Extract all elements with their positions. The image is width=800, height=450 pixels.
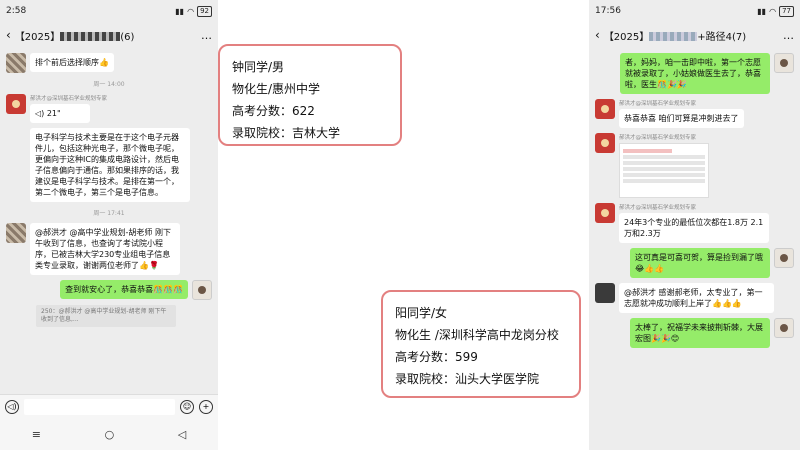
status-icons: ▮▮ ◠ 77 [757,5,794,17]
avatar[interactable] [192,280,212,300]
right-phone-chat: 17:56 ▮▮ ◠ 77 ‹ 【2025】 +路径4(7) … 者，妈妈，咱一击… [589,0,800,450]
sender-name: 郝洪才@深圳基石学业规划专家 [30,96,108,102]
chat-body: 者，妈妈，咱一击即中啦，第一个志愿就被录取了，小姑娘做医生去了，恭喜啦，医生🎊🎉… [589,53,800,348]
student-subjects: 物化生 /深圳科学高中龙岗分校 [395,328,559,342]
avatar[interactable] [595,99,615,119]
avatar[interactable] [595,283,615,303]
chat-header: ‹ 【2025】 +路径4(7) … [589,22,800,48]
input-bar: ◁) ☺ + [0,394,218,418]
message-row: 查到就安心了，恭喜恭喜🎊🎊🎊 [6,280,212,300]
more-icon[interactable]: … [201,29,212,42]
message-row: 这可真是可喜可贺，算是捡到漏了哦😂👍👍 [595,248,794,278]
avatar[interactable] [6,94,26,114]
message-bubble[interactable]: 这可真是可喜可贺，算是捡到漏了哦😂👍👍 [630,248,770,278]
message-bubble[interactable]: 排个前后选择顺序👍 [30,53,114,72]
message-bubble[interactable]: 24年3个专业的最低位次都在1.8万 2.1万和2.3万 [619,213,769,243]
chat-title: 【2025】 +路径4(7) [603,31,747,43]
message-bubble[interactable]: 查到就安心了，恭喜恭喜🎊🎊🎊 [60,280,188,299]
avatar[interactable] [774,248,794,268]
battery-icon: 77 [779,5,794,17]
voice-icon: ◁) [35,109,47,118]
message-row: 电子科学与技术主要是在于这个电子元器件儿，包括这种光电子，那个微电子呢，更偏向于… [6,128,212,202]
student-name: 阳同学/女 [395,306,448,320]
message-bubble[interactable]: 恭喜恭喜 咱们可算是冲刺进去了 [619,109,744,128]
back-icon[interactable]: ‹ [595,28,600,42]
student-admission: 录取院校：汕头大学医学院 [395,372,540,386]
back-icon[interactable]: ‹ [6,28,11,42]
message-bubble[interactable]: 者，妈妈，咱一击即中啦，第一个志愿就被录取了，小姑娘做医生去了，恭喜啦，医生🎊🎉… [620,53,770,94]
message-row: 郝洪才@深圳基石学业规划专家 [595,133,794,198]
signal-icon: ▮▮ [757,6,767,16]
message-bubble[interactable]: @郝洪才 @高中学业规划-胡老师 刚下午收到了信息，也查询了考试院小程序，已被吉… [30,223,180,275]
chat-header: ‹ 【2025】 (6) … [0,22,218,48]
message-row: @郝洪才 感谢郝老师，太专业了，第一志愿就冲成功顺利上岸了👍👍👍 [595,283,794,313]
message-row: 郝洪才@深圳基石学业规划专家 恭喜恭喜 咱们可算是冲刺进去了 [595,99,794,128]
battery-icon: 92 [197,5,212,17]
message-bubble[interactable]: 太棒了，祝福学未来披荆斩棘，大展宏图🎉🎉😊 [630,318,770,348]
voice-input-icon[interactable]: ◁) [5,399,19,414]
signal-icon: ▮▮ [175,6,185,16]
status-bar: 2:58 ▮▮ ◠ 92 [0,0,218,22]
time-separator: 周一 17:41 [93,210,125,217]
status-time: 2:58 [6,6,27,16]
sender-name: 郝洪才@深圳基石学业规划专家 [619,205,697,211]
avatar[interactable] [6,53,26,73]
image-message[interactable] [619,143,709,198]
home-icon[interactable]: ○ [105,428,115,441]
student-card-1: 钟同学/男 物化生/惠州中学 高考分数：622 录取院校：吉林大学 [218,44,402,146]
message-row: 郝洪才@深圳基石学业规划专家 ◁) 21" [6,94,212,123]
nav-back-icon[interactable]: ◁ [178,428,186,441]
avatar[interactable] [595,133,615,153]
screenshot-collage: 2:58 ▮▮ ◠ 92 ‹ 【2025】 (6) … 排个前后选择顺序👍 周一 … [0,0,800,450]
emoji-icon[interactable]: ☺ [180,399,194,414]
message-row: @郝洪才 @高中学业规划-胡老师 刚下午收到了信息，也查询了考试院小程序，已被吉… [6,223,212,275]
student-name: 钟同学/男 [232,60,285,74]
menu-icon[interactable]: ≡ [32,428,41,441]
voice-message[interactable]: ◁) 21" [30,104,90,123]
status-time: 17:56 [595,6,621,16]
student-score: 高考分数：599 [395,350,478,364]
android-nav-bar: ≡ ○ ◁ [0,418,218,450]
avatar[interactable] [774,53,794,73]
quoted-message[interactable]: 250：@郝洪才 @高中学业规划-胡老师 刚下午收到了信息,... [36,305,176,327]
student-subjects: 物化生/惠州中学 [232,82,321,96]
message-row: 排个前后选择顺序👍 [6,53,212,73]
message-input[interactable] [24,398,175,415]
chat-title: 【2025】 (6) [14,31,135,43]
time-separator: 周一 14:00 [93,81,125,88]
wifi-icon: ◠ [187,6,195,16]
avatar[interactable] [595,203,615,223]
blurred-title [60,32,121,41]
message-row: 郝洪才@深圳基石学业规划专家 24年3个专业的最低位次都在1.8万 2.1万和2… [595,203,794,243]
wifi-icon: ◠ [769,6,777,16]
chat-body: 排个前后选择顺序👍 周一 14:00 郝洪才@深圳基石学业规划专家 ◁) 21"… [0,53,218,327]
avatar[interactable] [6,223,26,243]
plus-icon[interactable]: + [199,399,213,414]
left-phone-chat: 2:58 ▮▮ ◠ 92 ‹ 【2025】 (6) … 排个前后选择顺序👍 周一 … [0,0,218,450]
sender-name: 郝洪才@深圳基石学业规划专家 [619,135,697,141]
more-icon[interactable]: … [783,29,794,42]
message-row: 太棒了，祝福学未来披荆斩棘，大展宏图🎉🎉😊 [595,318,794,348]
message-bubble[interactable]: @郝洪才 感谢郝老师，太专业了，第一志愿就冲成功顺利上岸了👍👍👍 [619,283,774,313]
status-bar: 17:56 ▮▮ ◠ 77 [589,0,800,22]
message-row: 者，妈妈，咱一击即中啦，第一个志愿就被录取了，小姑娘做医生去了，恭喜啦，医生🎊🎉… [595,53,794,94]
sender-name: 郝洪才@深圳基石学业规划专家 [619,101,697,107]
status-icons: ▮▮ ◠ 92 [175,5,212,17]
student-score: 高考分数：622 [232,104,315,118]
student-card-2: 阳同学/女 物化生 /深圳科学高中龙岗分校 高考分数：599 录取院校：汕头大学… [381,290,581,398]
avatar[interactable] [774,318,794,338]
message-bubble[interactable]: 电子科学与技术主要是在于这个电子元器件儿，包括这种光电子，那个微电子呢，更偏向于… [30,128,190,202]
blurred-title [649,32,698,41]
student-admission: 录取院校：吉林大学 [232,126,341,140]
